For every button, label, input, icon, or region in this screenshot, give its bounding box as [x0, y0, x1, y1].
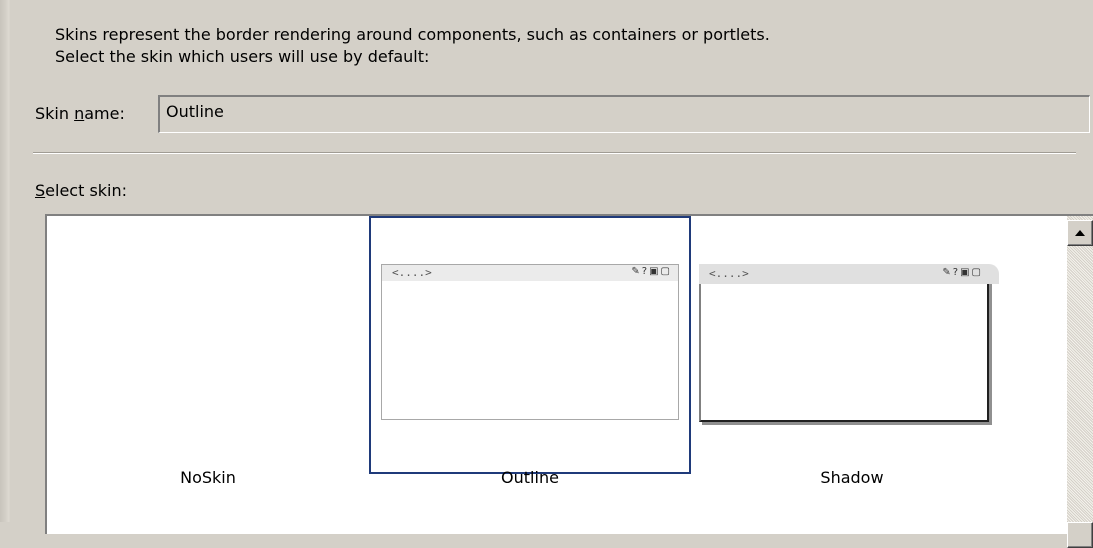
description-line-1: Skins represent the border rendering aro… — [55, 25, 770, 44]
skin-name-label: Skin name: — [35, 104, 125, 123]
skin-tile-label: NoSkin — [180, 468, 236, 487]
select-skin-label: Select skin: — [35, 181, 127, 200]
description-line-2: Select the skin which users will use by … — [55, 47, 430, 66]
skin-description: Skins represent the border rendering aro… — [55, 24, 770, 68]
scroll-up-button[interactable] — [1067, 220, 1093, 246]
skin-name-label-pre: Skin — [35, 104, 75, 123]
skin-name-field[interactable]: Outline — [158, 95, 1090, 133]
skin-tile-label: Shadow — [820, 468, 884, 487]
vertical-scrollbar[interactable] — [1067, 216, 1093, 548]
shadow-skin-preview: <....> ✎?▣▢ — [699, 264, 999, 422]
skin-tile-noskin[interactable]: NoSkin — [47, 216, 369, 487]
preview-window-icons: ✎?▣▢ — [631, 266, 672, 277]
skin-name-label-mnemonic: n — [74, 104, 85, 123]
preview-window-icons: ✎?▣▢ — [942, 267, 983, 278]
preview-titlebar: <....> ✎?▣▢ — [382, 265, 678, 281]
outline-skin-preview: <....> ✎?▣▢ — [381, 264, 679, 420]
separator — [33, 152, 1076, 154]
scroll-down-button[interactable] — [1067, 522, 1093, 548]
skin-tile-label: Outline — [501, 468, 559, 487]
skin-list[interactable]: NoSkin Outline Shadow <....> ✎?▣▢ <....>… — [45, 214, 1093, 548]
select-skin-label-post: elect skin: — [45, 181, 128, 200]
preview-title: <....> — [392, 266, 432, 279]
preview-title: <....> — [709, 267, 749, 280]
preview-titlebar: <....> ✎?▣▢ — [699, 264, 999, 284]
select-skin-label-mnemonic: S — [35, 181, 46, 200]
arrow-up-icon — [1075, 230, 1085, 236]
left-edge — [0, 0, 10, 522]
skin-name-label-post: ame: — [84, 104, 125, 123]
